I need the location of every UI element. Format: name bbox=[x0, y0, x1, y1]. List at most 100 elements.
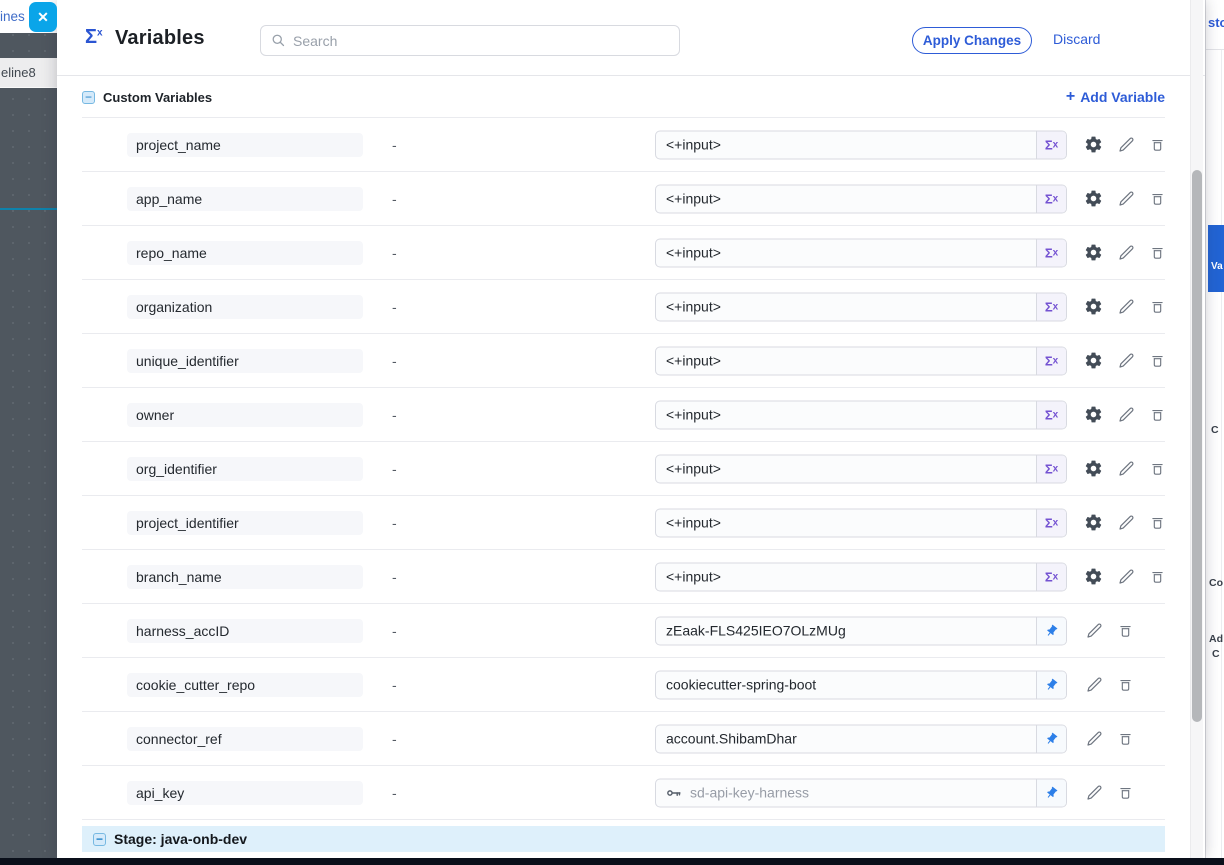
settings-icon[interactable] bbox=[1084, 351, 1103, 370]
breadcrumb[interactable]: ines bbox=[0, 9, 25, 24]
scrollbar-thumb[interactable] bbox=[1192, 170, 1202, 722]
variable-name: connector_ref bbox=[127, 727, 363, 751]
expression-input-icon[interactable]: Σx bbox=[1036, 239, 1066, 266]
expression-input-icon[interactable]: Σx bbox=[1036, 455, 1066, 482]
rail-label[interactable]: Co bbox=[1209, 577, 1223, 589]
delete-icon[interactable] bbox=[1116, 783, 1135, 802]
add-variable-button[interactable]: + Add Variable bbox=[1066, 88, 1165, 106]
close-icon[interactable]: ✕ bbox=[29, 2, 57, 32]
settings-icon[interactable] bbox=[1084, 513, 1103, 532]
apply-changes-button[interactable]: Apply Changes bbox=[912, 27, 1032, 54]
expression-input-icon[interactable]: Σx bbox=[1036, 563, 1066, 590]
edit-icon[interactable] bbox=[1116, 135, 1135, 154]
variable-name: project_name bbox=[127, 133, 363, 157]
expression-input-icon[interactable]: Σx bbox=[1036, 185, 1066, 212]
edit-icon[interactable] bbox=[1084, 621, 1103, 640]
delete-icon[interactable] bbox=[1148, 297, 1167, 316]
variable-value-input[interactable]: <+input> Σx bbox=[655, 346, 1067, 375]
settings-icon[interactable] bbox=[1084, 567, 1103, 586]
search-box bbox=[260, 25, 680, 56]
variable-value-input[interactable]: <+input> Σx bbox=[655, 292, 1067, 321]
delete-icon[interactable] bbox=[1148, 243, 1167, 262]
rail-label[interactable]: C bbox=[1211, 424, 1219, 436]
delete-icon[interactable] bbox=[1116, 675, 1135, 694]
variable-value-input[interactable]: cookiecutter-spring-boot Σx bbox=[655, 670, 1067, 699]
variable-name: unique_identifier bbox=[127, 349, 363, 373]
variable-value-input[interactable]: <+input> Σx bbox=[655, 184, 1067, 213]
variable-value-input[interactable]: <+input> Σx bbox=[655, 130, 1067, 159]
variable-value-input[interactable]: account.ShibamDhar Σx bbox=[655, 724, 1067, 753]
edit-icon[interactable] bbox=[1116, 459, 1135, 478]
variable-separator: - bbox=[392, 407, 397, 423]
pin-icon[interactable] bbox=[1036, 725, 1066, 752]
settings-icon[interactable] bbox=[1084, 405, 1103, 424]
edit-icon[interactable] bbox=[1084, 729, 1103, 748]
pin-icon[interactable] bbox=[1036, 671, 1066, 698]
table-row: project_name - <+input> Σx bbox=[82, 118, 1165, 172]
variable-value-input[interactable]: <+input> Σx bbox=[655, 508, 1067, 537]
variable-value-text: <+input> bbox=[656, 353, 1036, 369]
variable-value-input[interactable]: <+input> Σx bbox=[655, 454, 1067, 483]
variable-separator: - bbox=[392, 731, 397, 747]
delete-icon[interactable] bbox=[1148, 513, 1167, 532]
settings-icon[interactable] bbox=[1084, 243, 1103, 262]
rail-tab-variables[interactable]: Va bbox=[1208, 225, 1224, 292]
rail-label[interactable]: Ad bbox=[1209, 633, 1223, 645]
variable-value-text: <+input> bbox=[656, 407, 1036, 423]
expression-input-icon[interactable]: Σx bbox=[1036, 347, 1066, 374]
expression-input-icon[interactable]: Σx bbox=[1036, 293, 1066, 320]
variable-value-input[interactable]: <+input> Σx bbox=[655, 562, 1067, 591]
collapse-icon[interactable]: − bbox=[82, 91, 95, 104]
delete-icon[interactable] bbox=[1148, 459, 1167, 478]
bottom-dock-bar bbox=[0, 858, 1224, 865]
edit-icon[interactable] bbox=[1116, 567, 1135, 586]
variable-separator: - bbox=[392, 677, 397, 693]
divider bbox=[1221, 50, 1222, 858]
search-input[interactable] bbox=[293, 33, 679, 49]
variable-name: branch_name bbox=[127, 565, 363, 589]
variable-value-input[interactable]: sd-api-key-harness Σx bbox=[655, 778, 1067, 807]
expression-input-icon[interactable]: Σx bbox=[1036, 131, 1066, 158]
expression-input-icon[interactable]: Σx bbox=[1036, 509, 1066, 536]
variable-name: organization bbox=[127, 295, 363, 319]
settings-icon[interactable] bbox=[1084, 135, 1103, 154]
pin-icon[interactable] bbox=[1036, 617, 1066, 644]
edit-icon[interactable] bbox=[1116, 351, 1135, 370]
delete-icon[interactable] bbox=[1148, 189, 1167, 208]
search-icon bbox=[271, 33, 286, 48]
table-row: repo_name - <+input> Σx bbox=[82, 226, 1165, 280]
edit-icon[interactable] bbox=[1116, 189, 1135, 208]
history-link[interactable]: stor bbox=[1208, 15, 1224, 30]
collapse-icon[interactable]: − bbox=[93, 833, 106, 846]
variable-value-input[interactable]: zEaak-FLS425IEO7OLzMUg Σx bbox=[655, 616, 1067, 645]
pin-icon[interactable] bbox=[1036, 779, 1066, 806]
edit-icon[interactable] bbox=[1084, 783, 1103, 802]
settings-icon[interactable] bbox=[1084, 297, 1103, 316]
table-row: owner - <+input> Σx bbox=[82, 388, 1165, 442]
rail-label[interactable]: C bbox=[1212, 648, 1220, 660]
table-row: org_identifier - <+input> Σx bbox=[82, 442, 1165, 496]
delete-icon[interactable] bbox=[1148, 135, 1167, 154]
edit-icon[interactable] bbox=[1116, 513, 1135, 532]
settings-icon[interactable] bbox=[1084, 189, 1103, 208]
variable-separator: - bbox=[392, 353, 397, 369]
pipeline-tab[interactable]: eline8 bbox=[0, 58, 57, 88]
drawer-scrollbar[interactable] bbox=[1190, 0, 1203, 858]
edit-icon[interactable] bbox=[1116, 243, 1135, 262]
expression-input-icon[interactable]: Σx bbox=[1036, 401, 1066, 428]
variable-separator: - bbox=[392, 299, 397, 315]
variable-value-input[interactable]: <+input> Σx bbox=[655, 238, 1067, 267]
edit-icon[interactable] bbox=[1116, 405, 1135, 424]
settings-icon[interactable] bbox=[1084, 459, 1103, 478]
row-actions bbox=[1084, 604, 1135, 657]
delete-icon[interactable] bbox=[1116, 621, 1135, 640]
discard-button[interactable]: Discard bbox=[1053, 31, 1100, 47]
edit-icon[interactable] bbox=[1084, 675, 1103, 694]
edit-icon[interactable] bbox=[1116, 297, 1135, 316]
delete-icon[interactable] bbox=[1148, 405, 1167, 424]
variable-value-input[interactable]: <+input> Σx bbox=[655, 400, 1067, 429]
delete-icon[interactable] bbox=[1148, 351, 1167, 370]
delete-icon[interactable] bbox=[1148, 567, 1167, 586]
table-row: harness_accID - zEaak-FLS425IEO7OLzMUg Σ… bbox=[82, 604, 1165, 658]
delete-icon[interactable] bbox=[1116, 729, 1135, 748]
